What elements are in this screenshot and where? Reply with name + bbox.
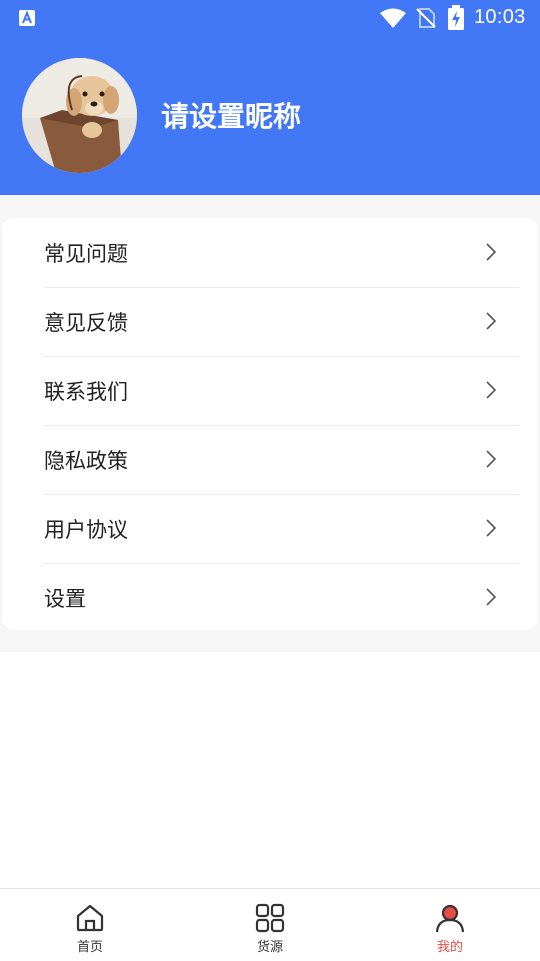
- chevron-right-icon: [486, 519, 497, 537]
- menu-item-label: 用户协议: [44, 518, 128, 542]
- menu-item-label: 联系我们: [44, 380, 128, 404]
- chevron-right-icon: [486, 381, 497, 399]
- chevron-right-icon: [486, 243, 497, 261]
- menu-item-contact[interactable]: 联系我们: [44, 356, 519, 426]
- menu-item-label: 隐私政策: [44, 449, 128, 473]
- user-icon: [435, 904, 465, 933]
- status-bar: 10:03: [0, 0, 540, 38]
- nickname-text[interactable]: 请设置昵称: [161, 95, 301, 135]
- menu-item-agreement[interactable]: 用户协议: [44, 494, 519, 564]
- tab-label: 首页: [76, 940, 103, 955]
- chevron-right-icon: [486, 312, 497, 330]
- no-sim-icon: [416, 8, 436, 28]
- grid-icon: [255, 903, 285, 933]
- chevron-right-icon: [486, 450, 497, 468]
- chevron-right-icon: [486, 588, 497, 606]
- wifi-icon: [380, 8, 406, 28]
- profile-header: 10:03 请设置昵称: [0, 0, 540, 195]
- menu-item-settings[interactable]: 设置: [44, 563, 519, 632]
- avatar[interactable]: [22, 58, 137, 173]
- menu-item-feedback[interactable]: 意见反馈: [44, 287, 519, 357]
- tab-label: 我的: [436, 940, 463, 955]
- tab-home[interactable]: 首页: [0, 889, 180, 961]
- dog-in-bag-photo: [22, 58, 137, 173]
- menu-item-label: 设置: [44, 587, 86, 611]
- tab-supply[interactable]: 货源: [180, 889, 360, 961]
- menu-list: 常见问题 意见反馈 联系我们 隐私政策 用户协议 设置: [2, 218, 538, 630]
- menu-item-faq[interactable]: 常见问题: [44, 218, 519, 288]
- status-time: 10:03: [474, 6, 526, 28]
- menu-item-privacy[interactable]: 隐私政策: [44, 425, 519, 495]
- app-notification-icon: [19, 10, 35, 26]
- home-icon: [76, 904, 104, 932]
- menu-item-label: 常见问题: [44, 242, 128, 266]
- menu-item-label: 意见反馈: [44, 311, 128, 335]
- battery-charging-icon: [448, 5, 464, 30]
- tab-mine[interactable]: 我的: [360, 889, 540, 961]
- tab-label: 货源: [256, 940, 283, 955]
- bottom-tab-bar: 首页 货源 我的: [0, 888, 540, 961]
